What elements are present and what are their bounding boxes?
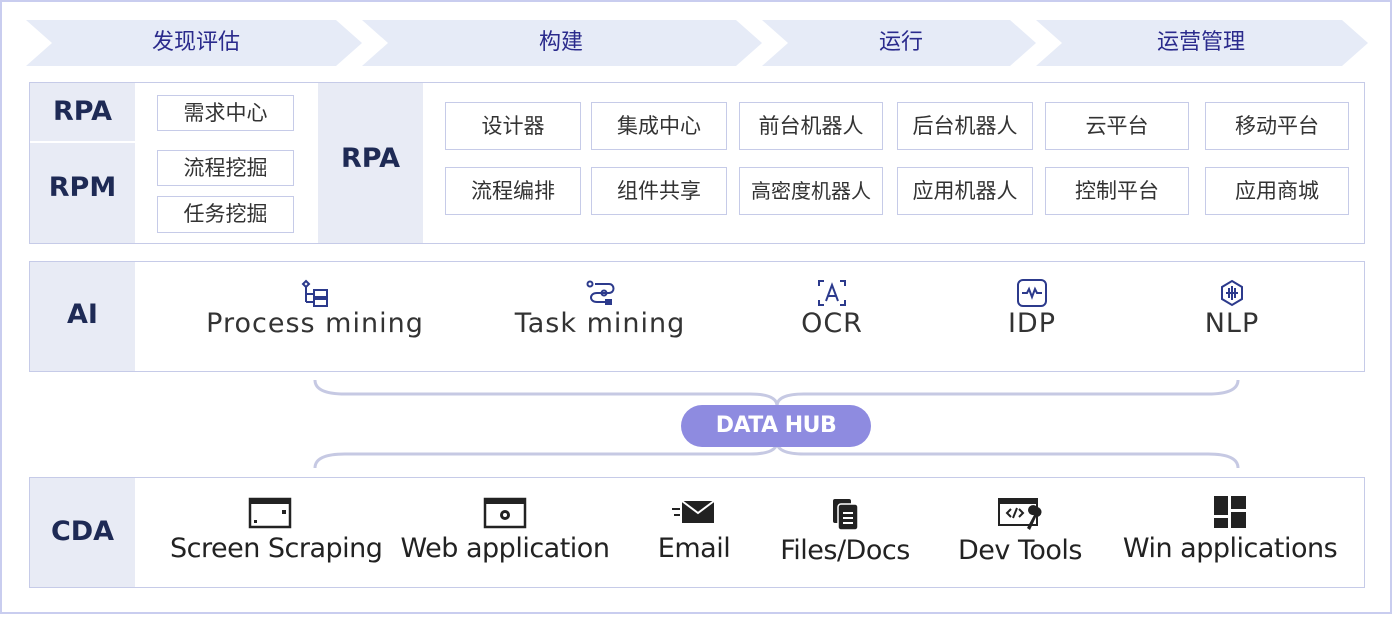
task-flow-icon bbox=[586, 280, 615, 305]
cda-row-label: CDA bbox=[50, 516, 115, 547]
cda-item-dev-tools: Dev Tools bbox=[950, 497, 1090, 566]
tag-process-orchestration: 流程编排 bbox=[445, 167, 581, 215]
tag-task-mining: 任务挖掘 bbox=[157, 196, 294, 233]
cda-item-label: Web application bbox=[400, 533, 610, 564]
tag-mobile-platform: 移动平台 bbox=[1205, 102, 1349, 150]
tag-application-robot: 应用机器人 bbox=[897, 167, 1033, 215]
windows-tiles-icon bbox=[1214, 496, 1246, 528]
ai-item-label: Process mining bbox=[206, 308, 424, 339]
stage-chevrons: 发现评估 构建 运行 运营管理 bbox=[26, 20, 1368, 66]
ai-item-ocr: OCR bbox=[772, 278, 892, 339]
rpa-rpm-panel: RPA RPM 需求中心 流程挖掘 任务挖掘 RPA 设计器 集成中心 前台机器… bbox=[29, 82, 1365, 244]
rpa-row-label: RPA bbox=[53, 96, 112, 127]
upper-brace bbox=[313, 379, 1240, 407]
tag-frontend-robot: 前台机器人 bbox=[739, 102, 883, 150]
rpa-center-label: RPA bbox=[341, 143, 400, 174]
tag-app-store: 应用商城 bbox=[1205, 167, 1349, 215]
ai-item-label: IDP bbox=[1007, 308, 1057, 339]
data-hub-pill: DATA HUB bbox=[681, 405, 871, 447]
tag-backend-robot: 后台机器人 bbox=[897, 102, 1033, 150]
tag-requirement-center: 需求中心 bbox=[157, 95, 294, 131]
ai-item-task-mining: Task mining bbox=[500, 278, 700, 339]
cda-item-label: Win applications bbox=[1122, 533, 1338, 564]
tag-integration-center: 集成中心 bbox=[591, 102, 727, 150]
ocr-scan-icon bbox=[818, 280, 846, 306]
stage-label-run: 运行 bbox=[878, 30, 923, 55]
tag-high-density-robot: 高密度机器人 bbox=[739, 167, 883, 215]
cda-panel: CDA Screen Scraping Web application Emai… bbox=[29, 477, 1365, 588]
cda-item-files-docs: Files/Docs bbox=[775, 497, 915, 566]
ai-item-process-mining: Process mining bbox=[205, 278, 425, 339]
files-icon bbox=[833, 499, 859, 531]
email-icon bbox=[672, 500, 715, 523]
cda-item-label: Files/Docs bbox=[780, 535, 910, 566]
cda-item-screen-scraping: Screen Scraping bbox=[170, 497, 383, 564]
screen-icon bbox=[248, 497, 292, 529]
cda-item-email: Email bbox=[644, 497, 744, 564]
stage-label-build: 构建 bbox=[538, 30, 583, 55]
stage-label-operate: 运营管理 bbox=[1156, 30, 1245, 55]
web-window-icon bbox=[483, 497, 527, 529]
cda-item-web-application: Web application bbox=[400, 497, 610, 564]
ai-item-nlp: NLP bbox=[1172, 278, 1292, 339]
cda-item-label: Dev Tools bbox=[958, 535, 1082, 566]
nlp-network-icon bbox=[1221, 279, 1243, 307]
ai-panel: AI Process mining Task mining OCR IDP NL… bbox=[29, 261, 1365, 372]
tag-process-mining: 流程挖掘 bbox=[157, 150, 294, 186]
tag-cloud-platform: 云平台 bbox=[1045, 102, 1189, 150]
rpm-row-label: RPM bbox=[48, 172, 117, 203]
ai-item-label: Task mining bbox=[514, 308, 686, 339]
stage-label-discover: 发现评估 bbox=[151, 30, 240, 55]
cda-item-label: Email bbox=[657, 533, 731, 564]
ai-item-idp: IDP bbox=[972, 278, 1092, 339]
idp-wave-icon bbox=[1017, 279, 1047, 307]
cda-item-label: Screen Scraping bbox=[170, 533, 383, 564]
tag-designer: 设计器 bbox=[445, 102, 581, 150]
cda-item-win-applications: Win applications bbox=[1120, 495, 1340, 564]
dev-tools-icon bbox=[998, 498, 1042, 530]
tag-component-sharing: 组件共享 bbox=[591, 167, 727, 215]
ai-row-label: AI bbox=[67, 299, 98, 330]
process-tree-icon bbox=[301, 279, 328, 307]
ai-item-label: NLP bbox=[1204, 308, 1260, 339]
ai-item-label: OCR bbox=[801, 308, 863, 339]
tag-control-platform: 控制平台 bbox=[1045, 167, 1189, 215]
